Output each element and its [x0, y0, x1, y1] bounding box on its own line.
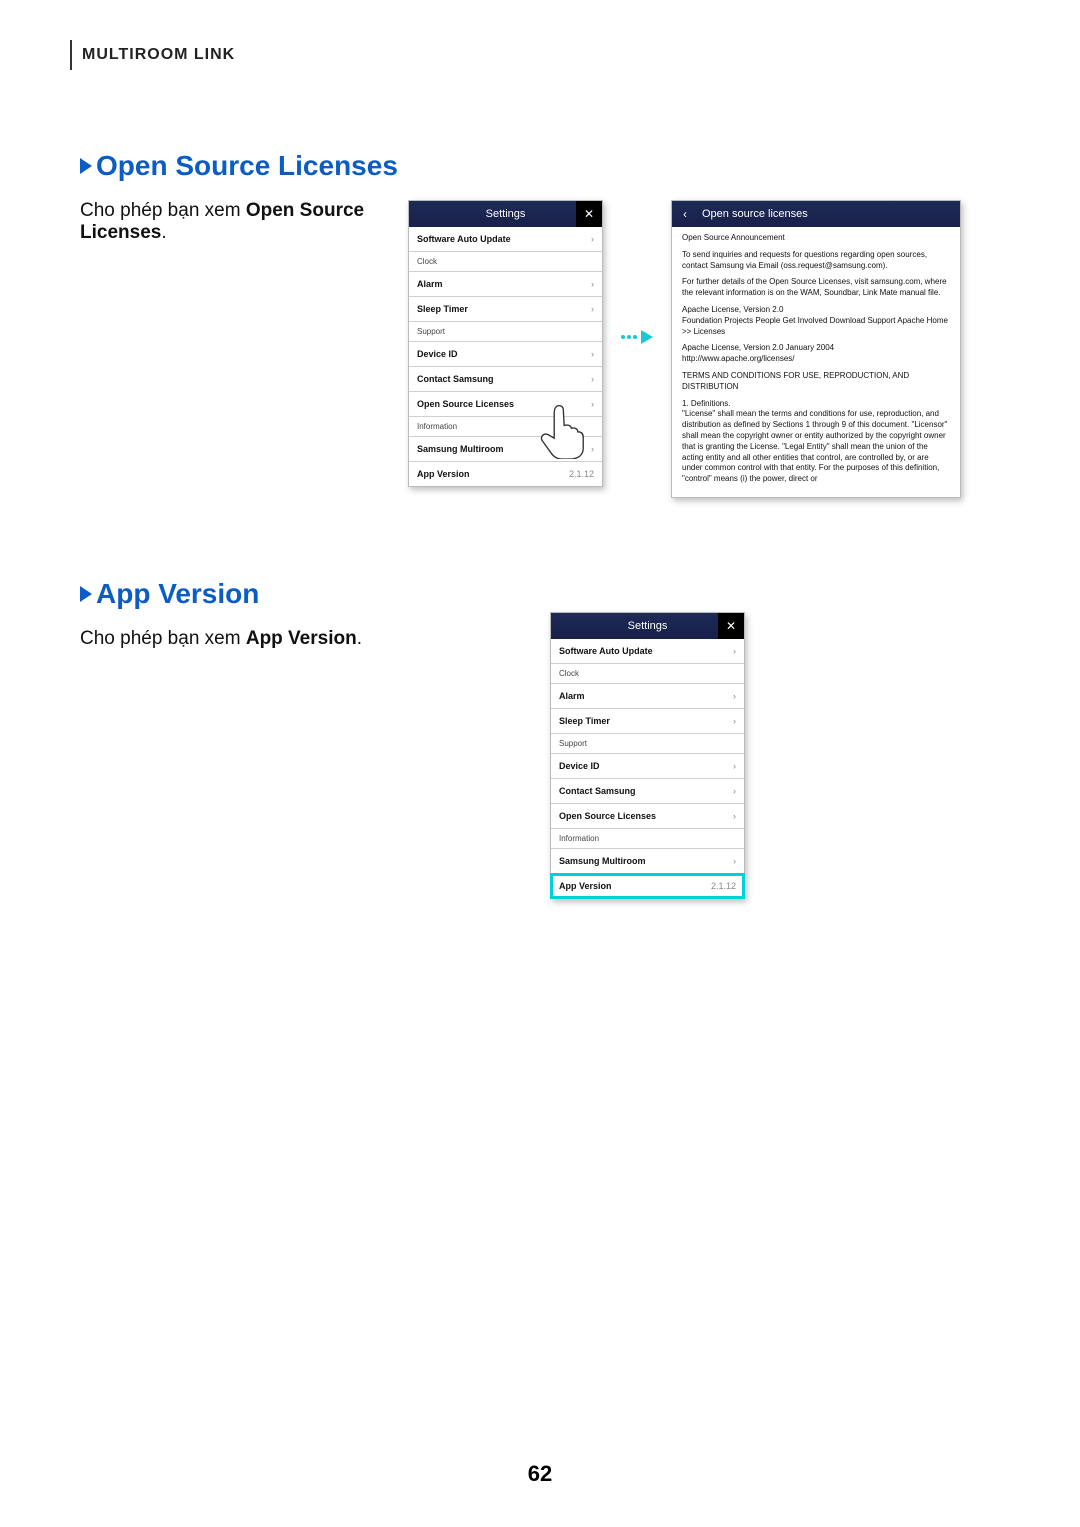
- version-value: 2.1.12: [711, 881, 736, 891]
- list-item[interactable]: Device ID›: [551, 754, 744, 779]
- settings-panel-screenshot-1: Settings ✕ Software Auto Update› Clock A…: [408, 200, 603, 487]
- chevron-right-icon: ›: [733, 786, 736, 796]
- list-item-app-version-highlighted[interactable]: App Version2.1.12: [551, 874, 744, 898]
- panel-header: Settings ✕: [409, 201, 602, 227]
- list-item-app-version[interactable]: App Version2.1.12: [409, 462, 602, 486]
- list-category: Support: [551, 734, 744, 754]
- oss-body-text: Open Source Announcement To send inquiri…: [672, 227, 960, 497]
- section-title: Open Source Licenses: [80, 150, 1000, 182]
- list-item[interactable]: Contact Samsung›: [551, 779, 744, 804]
- panel-header: Settings ✕: [551, 613, 744, 639]
- list-item[interactable]: Software Auto Update›: [551, 639, 744, 664]
- panel-header: ‹ Open source licenses: [672, 201, 960, 227]
- chevron-right-icon: ›: [591, 349, 594, 359]
- page-number: 62: [0, 1461, 1080, 1487]
- breadcrumb: MULTIROOM LINK: [70, 40, 1000, 70]
- close-icon[interactable]: ✕: [576, 201, 602, 227]
- settings-panel-screenshot-2: Settings ✕ Software Auto Update› Clock A…: [550, 612, 745, 899]
- list-item[interactable]: Sleep Timer›: [551, 709, 744, 734]
- panel-title: Open source licenses: [702, 208, 808, 220]
- section-open-source-licenses: Open Source Licenses Cho phép bạn xem Op…: [80, 150, 1000, 498]
- list-category: Clock: [551, 664, 744, 684]
- list-item[interactable]: Alarm›: [551, 684, 744, 709]
- list-item[interactable]: Contact Samsung›: [409, 367, 602, 392]
- version-value: 2.1.12: [569, 469, 594, 479]
- chevron-right-icon: ›: [591, 444, 594, 454]
- list-item[interactable]: Sleep Timer›: [409, 297, 602, 322]
- list-item[interactable]: Alarm›: [409, 272, 602, 297]
- list-item[interactable]: Samsung Multiroom›: [551, 849, 744, 874]
- chevron-right-icon: ›: [733, 856, 736, 866]
- list-category: Information: [409, 417, 602, 437]
- chevron-right-icon: ›: [733, 811, 736, 821]
- chevron-right-icon: ›: [733, 646, 736, 656]
- section-app-version: App Version Cho phép bạn xem App Version…: [80, 578, 1000, 899]
- chevron-right-icon: ›: [591, 374, 594, 384]
- list-item-open-source-licenses[interactable]: Open Source Licenses›: [409, 392, 602, 417]
- chevron-right-icon: ›: [733, 691, 736, 701]
- section-desc: Cho phép bạn xem Open Source Licenses.: [80, 200, 390, 244]
- list-item[interactable]: Software Auto Update›: [409, 227, 602, 252]
- header-title: MULTIROOM LINK: [82, 46, 235, 64]
- chevron-right-icon: ›: [733, 716, 736, 726]
- triangle-icon: [80, 586, 92, 602]
- list-item[interactable]: Device ID›: [409, 342, 602, 367]
- list-item[interactable]: Open Source Licenses›: [551, 804, 744, 829]
- chevron-right-icon: ›: [591, 399, 594, 409]
- list-category: Clock: [409, 252, 602, 272]
- panel-title: Settings: [628, 620, 668, 632]
- close-icon[interactable]: ✕: [718, 613, 744, 639]
- list-category: Support: [409, 322, 602, 342]
- chevron-right-icon: ›: [733, 761, 736, 771]
- list-item[interactable]: Samsung Multiroom›: [409, 437, 602, 462]
- chevron-right-icon: ›: [591, 234, 594, 244]
- flow-arrow-icon: [621, 330, 653, 344]
- section-title: App Version: [80, 578, 1000, 610]
- chevron-right-icon: ›: [591, 279, 594, 289]
- panel-title: Settings: [486, 208, 526, 220]
- open-source-detail-screenshot: ‹ Open source licenses Open Source Annou…: [671, 200, 961, 498]
- list-category: Information: [551, 829, 744, 849]
- back-icon[interactable]: ‹: [672, 201, 698, 227]
- triangle-icon: [80, 158, 92, 174]
- chevron-right-icon: ›: [591, 304, 594, 314]
